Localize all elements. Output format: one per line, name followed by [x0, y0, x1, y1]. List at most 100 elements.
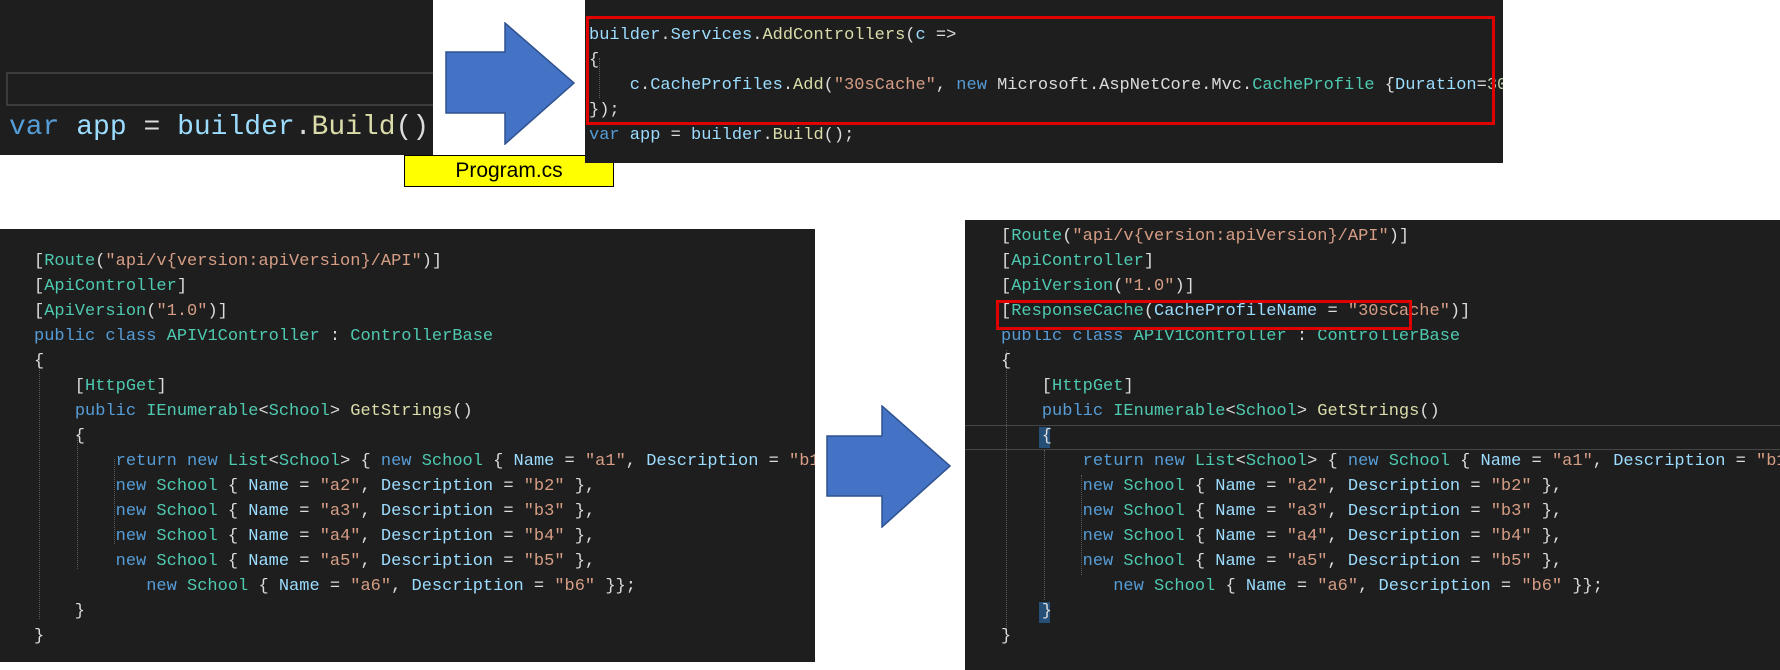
code-token: Route	[44, 252, 96, 271]
code-line: [ApiController]	[34, 274, 815, 299]
code-token: Name	[1480, 452, 1522, 471]
code-token: )]	[1174, 277, 1195, 296]
program-snippet-panel: var app = builder.Build();	[0, 0, 433, 155]
code-token: ();	[823, 126, 855, 145]
code-token: Name	[1215, 552, 1257, 571]
code-token: ,	[625, 452, 647, 471]
code-token: Description	[380, 502, 494, 521]
code-line: new School { Name = "a4", Description = …	[34, 524, 815, 549]
code-token: "1.0"	[156, 302, 208, 321]
code-token: APIV1Controller	[156, 327, 320, 346]
code-line: new School { Name = "a3", Description = …	[34, 499, 815, 524]
code-token: Name	[248, 527, 290, 546]
code-token: )]	[1388, 227, 1410, 246]
code-line: new School { Name = "a2", Description = …	[34, 474, 815, 499]
code-token: new	[187, 452, 218, 471]
code-token: <	[268, 452, 279, 471]
code-token: {	[248, 577, 279, 596]
code-token: > {	[1307, 452, 1348, 471]
code-token: "a5"	[319, 552, 361, 571]
code-line: [Route("api/v{version:apiVersion}/API")]	[1001, 224, 1780, 249]
code-token: .	[762, 126, 773, 145]
code-token: ,	[360, 477, 381, 496]
code-token: "api/v{version:apiVersion}/API"	[1072, 227, 1389, 246]
code-token: =	[493, 502, 524, 521]
code-token: ,	[360, 527, 381, 546]
code-line: }	[34, 599, 815, 624]
code-line: {	[34, 424, 815, 449]
code-token: new	[115, 552, 147, 571]
code-token: ,	[360, 552, 381, 571]
code-token: School	[1113, 552, 1185, 571]
code-token: =	[1256, 527, 1287, 546]
code-token: {	[482, 452, 514, 471]
code-token: "a1"	[584, 452, 626, 471]
code-token: "b1"	[1756, 452, 1780, 471]
code-token: [	[1001, 377, 1053, 396]
code-token: [	[34, 252, 45, 271]
code-token: new	[1347, 452, 1379, 471]
code-token: {	[1184, 477, 1216, 496]
code-token: School	[268, 402, 330, 421]
code-token: Description	[380, 527, 494, 546]
code-token: },	[1531, 502, 1563, 521]
code-line: return new List<School> { new School { N…	[34, 449, 815, 474]
code-line: new School { Name = "a2", Description = …	[1001, 474, 1780, 499]
code-token: new	[1154, 452, 1185, 471]
code-token: "a6"	[350, 577, 392, 596]
code-line: new School { Name = "a3", Description = …	[1001, 499, 1780, 524]
code-token: (	[1062, 227, 1073, 246]
code-token: "a2"	[319, 477, 361, 496]
controller-before-code: [Route("api/v{version:apiVersion}/API")]…	[34, 249, 815, 649]
code-token: =	[758, 452, 790, 471]
code-token: new	[115, 477, 147, 496]
code-token: "a6"	[1317, 577, 1359, 596]
code-token: ApiVersion	[1011, 277, 1114, 296]
code-token: =	[319, 577, 351, 596]
code-token: var	[589, 126, 620, 145]
code-token: }	[34, 627, 45, 646]
code-token: new	[1082, 527, 1114, 546]
arrow-right-icon	[445, 22, 575, 145]
code-token: =	[1490, 577, 1522, 596]
code-token: School	[1143, 577, 1216, 596]
code-line: [ApiController]	[1001, 249, 1780, 274]
code-token: =	[1725, 452, 1757, 471]
controller-after-panel: [Route("api/v{version:apiVersion}/API")]…	[965, 220, 1780, 670]
code-token: [	[1001, 277, 1012, 296]
code-token: ]	[1143, 252, 1155, 271]
code-token: new	[380, 452, 412, 471]
controller-after-code: [Route("api/v{version:apiVersion}/API")]…	[1001, 224, 1780, 649]
code-line: {	[1001, 424, 1780, 449]
code-token: {	[34, 352, 45, 371]
code-token: new	[1082, 477, 1114, 496]
code-line: public class APIV1Controller : Controlle…	[34, 324, 815, 349]
code-token: School	[411, 452, 483, 471]
code-line: {	[1001, 349, 1780, 374]
code-token: "a4"	[1286, 527, 1328, 546]
code-token: (	[95, 252, 106, 271]
code-token: School	[1113, 477, 1185, 496]
editor-input-strip	[6, 72, 433, 106]
code-token: =	[493, 527, 524, 546]
controller-before-panel: [Route("api/v{version:apiVersion}/API")]…	[0, 229, 815, 662]
code-token: {	[1184, 502, 1216, 521]
code-token: {	[1001, 427, 1053, 446]
code-token: (	[146, 302, 157, 321]
code-token: GetStrings	[350, 402, 453, 421]
code-token: ApiController	[1011, 252, 1144, 271]
code-line: [Route("api/v{version:apiVersion}/API")]	[34, 249, 815, 274]
code-line: [ApiVersion("1.0")]	[1001, 274, 1780, 299]
code-token: School	[1113, 502, 1185, 521]
code-token: =	[1460, 477, 1491, 496]
code-token: School	[1378, 452, 1450, 471]
code-token: [	[1001, 252, 1012, 271]
code-token: {	[34, 427, 86, 446]
